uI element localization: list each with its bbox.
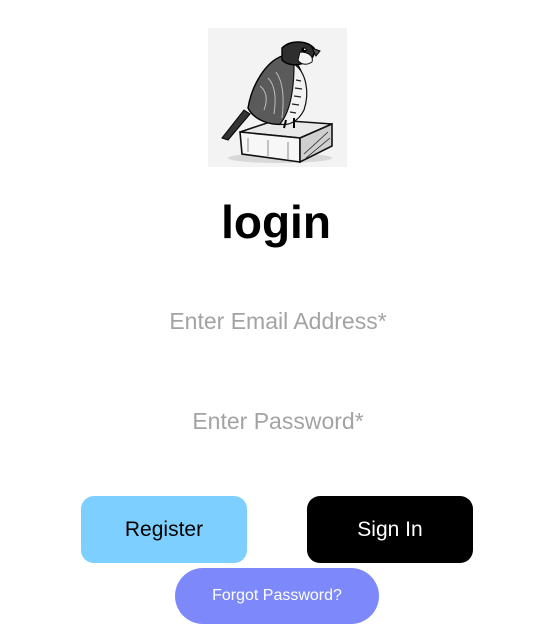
falcon-on-box-icon	[221, 41, 333, 164]
logo	[208, 28, 347, 167]
page-title: login	[221, 196, 331, 248]
forgot-password-button[interactable]: Forgot Password?	[175, 568, 379, 624]
email-field[interactable]	[96, 300, 460, 342]
sign-in-button[interactable]: Sign In	[307, 496, 473, 563]
password-field[interactable]	[96, 400, 460, 442]
register-button[interactable]: Register	[81, 496, 247, 563]
login-screen: login Register Sign In Forgot Password?	[0, 0, 552, 639]
